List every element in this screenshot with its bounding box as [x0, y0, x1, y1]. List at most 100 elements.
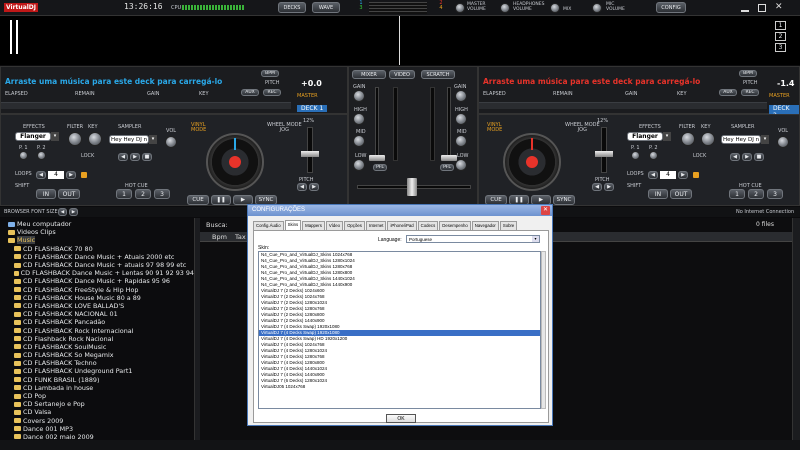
- tree-item[interactable]: Dance 002 maio 2009: [0, 433, 194, 440]
- zoom-2-button[interactable]: 2: [775, 32, 786, 41]
- deck1-pitch-up[interactable]: ▶: [309, 183, 319, 191]
- tree-item[interactable]: CD FLASHBACK House Music 80 a 89: [0, 294, 194, 302]
- dialog-tab[interactable]: Vídeo: [325, 221, 344, 230]
- crossfader-handle[interactable]: [407, 178, 417, 196]
- deck-num-3[interactable]: 3: [356, 5, 366, 11]
- zoom-buttons[interactable]: 1 2 3: [775, 21, 786, 52]
- language-select[interactable]: Portuguese ▾: [406, 235, 540, 243]
- deck1-play-sample-button[interactable]: ▶: [130, 153, 140, 161]
- deck1-sampler-select[interactable]: Hey Hey DJ n: [109, 135, 149, 144]
- tree-item[interactable]: Music: [0, 236, 194, 245]
- deck2-rec-button[interactable]: REC: [741, 89, 759, 96]
- dialog-tab[interactable]: iPhone/iPad: [387, 221, 417, 230]
- deck2-vol-knob[interactable]: [777, 136, 789, 148]
- tree-item[interactable]: CD FLASHBACK Techno: [0, 359, 194, 367]
- tree-item[interactable]: CD Pop: [0, 392, 194, 400]
- deck1-key-knob[interactable]: [88, 132, 102, 146]
- dialog-tab[interactable]: Skins: [284, 220, 302, 230]
- minimize-icon[interactable]: [741, 4, 749, 12]
- deck2-pitch-down[interactable]: ◀: [592, 183, 602, 191]
- deck2-jog-wheel[interactable]: [503, 133, 561, 191]
- deck2-play-sample-button[interactable]: ▶: [742, 153, 752, 161]
- deck1-hotcue-2[interactable]: 2: [135, 189, 151, 199]
- config-button[interactable]: CONFIG: [656, 2, 686, 13]
- dialog-tab[interactable]: Config.Áudio: [253, 221, 284, 230]
- zoom-3-button[interactable]: 3: [775, 43, 786, 52]
- deck1-sampler-dropdown-icon[interactable]: ▾: [149, 135, 157, 144]
- deck-num-4[interactable]: 4: [436, 5, 446, 11]
- dialog-tab[interactable]: Sobre: [499, 221, 518, 230]
- skin-list-item[interactable]: VirtualDJ05 1024x768: [259, 384, 540, 390]
- tree-item[interactable]: CD FLASHBACK Dance Music + Lentas 90 91 …: [0, 269, 194, 277]
- dialog-tab[interactable]: Desempenho: [439, 221, 471, 230]
- volume-fader-right-track[interactable]: [447, 87, 451, 161]
- mic-volume-knob[interactable]: [592, 3, 602, 13]
- file-list-scrollbar[interactable]: [792, 218, 800, 440]
- tree-item[interactable]: CD FLASHBACK Pancadão: [0, 318, 194, 326]
- deck1-aux-button[interactable]: AUX: [241, 89, 259, 96]
- volume-fader-left-handle[interactable]: [369, 155, 385, 161]
- deck1-hotcue-3[interactable]: 3: [154, 189, 170, 199]
- deck2-filter-knob[interactable]: [681, 132, 695, 146]
- deck1-bpm-button[interactable]: BPM: [261, 70, 279, 77]
- pfl-right-button[interactable]: PFL: [440, 164, 454, 171]
- tree-item[interactable]: Covers 2009: [0, 417, 194, 425]
- deck2-key-knob[interactable]: [701, 132, 715, 146]
- dialog-tab[interactable]: Mappers: [302, 221, 325, 230]
- deck2-p2-knob[interactable]: [649, 151, 658, 160]
- tree-item[interactable]: Dance 001 MP3: [0, 425, 194, 433]
- deck1-rec-button[interactable]: REC: [263, 89, 281, 96]
- deck2-out-button[interactable]: OUT: [670, 189, 692, 199]
- deck1-loop-lock-icon[interactable]: [81, 172, 87, 178]
- deck2-loop-down[interactable]: ◀: [648, 171, 658, 179]
- deck2-prev-button[interactable]: ◀: [730, 153, 740, 161]
- deck2-sync-button[interactable]: SYNC: [553, 195, 575, 205]
- deck1-effect-select[interactable]: Flanger: [15, 132, 51, 141]
- maximize-icon[interactable]: [758, 4, 766, 12]
- mixer-gain-knob-left[interactable]: [353, 90, 365, 102]
- deck2-effect-select[interactable]: Flanger: [627, 132, 663, 141]
- deck1-stop-sample-button[interactable]: ■: [142, 153, 152, 161]
- deck1-jog-wheel[interactable]: [206, 133, 264, 191]
- deck2-pitch-fader[interactable]: [601, 127, 607, 173]
- deck2-pitch-handle[interactable]: [595, 151, 613, 157]
- deck2-progress[interactable]: [479, 102, 767, 109]
- deck1-vol-knob[interactable]: [165, 136, 177, 148]
- mixer-gain-knob-right[interactable]: [455, 90, 467, 102]
- mixer-low-knob-right[interactable]: [455, 159, 467, 171]
- mixer-tab[interactable]: MIXER: [352, 70, 386, 79]
- mixer-mid-knob-right[interactable]: [455, 135, 467, 147]
- tree-item[interactable]: CD Lambada in house: [0, 384, 194, 392]
- deck1-pitch-fader[interactable]: [307, 127, 313, 173]
- skin-list[interactable]: N4_Cue_Pro_and_VirtualDJ_Skins 1024x768 N…: [258, 251, 541, 409]
- deck1-pitch-down[interactable]: ◀: [297, 183, 307, 191]
- dialog-tab[interactable]: Internet: [365, 221, 387, 230]
- tree-item[interactable]: CD Sertanejo e Pop: [0, 400, 194, 408]
- tree-item[interactable]: CD FLASHBACK Dance Music + Rapidas 95 96: [0, 277, 194, 285]
- dialog-tab[interactable]: Opções: [344, 221, 365, 230]
- tree-item[interactable]: CD FLASHBACK LOVE BALLAD'S: [0, 302, 194, 310]
- deck-selector-right[interactable]: 2 4: [436, 1, 446, 15]
- deck1-filter-knob[interactable]: [68, 132, 82, 146]
- folder-tree[interactable]: Meu computador Videos Clips Music CD FLASHB…: [0, 218, 194, 440]
- mix-knob[interactable]: [550, 3, 560, 13]
- font-smaller-button[interactable]: ◀: [58, 208, 67, 216]
- skin-list-scrollbar[interactable]: [541, 251, 546, 409]
- col-tax[interactable]: Tax: [235, 233, 246, 241]
- dialog-close-icon[interactable]: ✕: [541, 206, 550, 215]
- deck2-sampler-dropdown-icon[interactable]: ▾: [761, 135, 769, 144]
- dialog-tab[interactable]: Codecs: [417, 221, 439, 230]
- deck2-sampler-select[interactable]: Hey Hey DJ n: [721, 135, 761, 144]
- master-volume-knob[interactable]: [455, 3, 465, 13]
- deck1-progress[interactable]: [1, 102, 291, 109]
- ok-button[interactable]: OK: [386, 414, 416, 423]
- volume-fader-left-track[interactable]: [375, 87, 379, 161]
- deck2-loop-up[interactable]: ▶: [678, 171, 688, 179]
- mixer-high-knob-right[interactable]: [455, 113, 467, 125]
- tree-item[interactable]: CD Flashback Rock Nacional: [0, 335, 194, 343]
- tree-item[interactable]: CD FUNK BRASIL (1889): [0, 376, 194, 384]
- tree-item[interactable]: CD FLASHBACK So Megamix: [0, 351, 194, 359]
- scratch-tab[interactable]: SCRATCH: [421, 70, 455, 79]
- deck2-pitch-up[interactable]: ▶: [604, 183, 614, 191]
- deck1-out-button[interactable]: OUT: [58, 189, 80, 199]
